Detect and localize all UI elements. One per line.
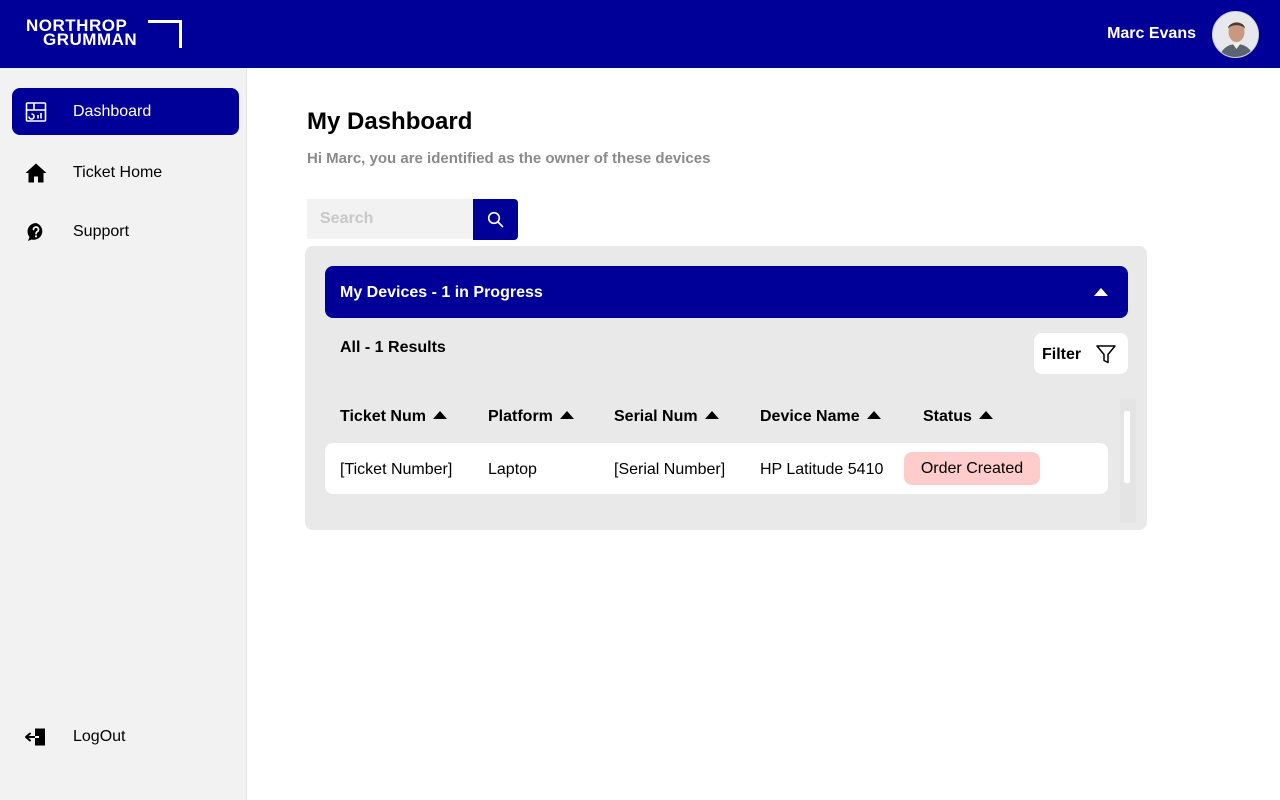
logout-icon [24,725,48,749]
filter-label: Filter [1042,346,1082,363]
sidebar-item-label: Dashboard [73,103,152,120]
column-header-platform[interactable]: Platform [488,408,574,426]
search-bar [307,199,518,240]
logo-bracket [148,20,182,48]
sidebar-item-support[interactable]: Support [12,208,239,255]
sort-ascending-icon[interactable] [978,411,993,419]
status-badge: Order Created [904,452,1040,485]
table-row[interactable]: [Ticket Number] Laptop [Serial Number] H… [325,443,1108,494]
page-title: My Dashboard [307,108,473,135]
cell-ticket-num: [Ticket Number] [340,461,453,478]
cell-device-name: HP Latitude 5410 [760,461,884,478]
logo-line-2: GRUMMAN [43,30,138,49]
page-subtitle: Hi Marc, you are identified as the owner… [307,150,711,167]
column-header-ticket-num[interactable]: Ticket Num [340,408,447,426]
column-header-label: Serial Num [614,408,698,425]
column-header-serial-num[interactable]: Serial Num [614,408,719,426]
home-icon [24,161,48,185]
devices-accordion-header[interactable]: My Devices - 1 in Progress [325,266,1128,318]
column-header-label: Status [923,408,972,425]
column-header-status[interactable]: Status [923,408,993,426]
filter-icon [1096,345,1116,364]
column-header-label: Device Name [760,408,860,425]
devices-panel: My Devices - 1 in Progress All - 1 Resul… [305,246,1147,530]
sidebar-item-label: Ticket Home [73,164,163,181]
logout-button[interactable]: LogOut [12,713,239,760]
table-scrollbar[interactable] [1120,398,1136,523]
search-icon [487,211,504,228]
sort-ascending-icon[interactable] [432,411,447,419]
cell-serial-num: [Serial Number] [614,461,726,478]
sidebar-item-ticket-home[interactable]: Ticket Home [12,149,239,196]
search-input[interactable] [307,199,473,239]
filter-button[interactable]: Filter [1034,333,1128,374]
devices-section-title: My Devices - 1 in Progress [340,284,543,301]
avatar[interactable] [1212,11,1259,58]
help-chat-icon [24,220,48,244]
top-header: NORTHROP GRUMMAN Marc Evans [0,0,1280,68]
sort-ascending-icon[interactable] [559,411,574,419]
search-button[interactable] [473,199,518,240]
sort-ascending-icon[interactable] [866,411,881,419]
sidebar: Dashboard Ticket Home Support LogOut [0,68,247,800]
column-header-device-name[interactable]: Device Name [760,408,881,426]
cell-platform: Laptop [488,461,537,478]
dashboard-icon [24,100,48,124]
sort-ascending-icon[interactable] [704,411,719,419]
logout-label: LogOut [73,728,126,745]
sidebar-item-dashboard[interactable]: Dashboard [12,88,239,135]
column-header-label: Ticket Num [340,408,426,425]
results-count: All - 1 Results [340,339,446,356]
user-name[interactable]: Marc Evans [1107,25,1196,43]
sidebar-item-label: Support [73,223,130,240]
column-header-label: Platform [488,408,553,425]
collapse-caret-icon[interactable] [1094,288,1108,296]
company-logo[interactable]: NORTHROP GRUMMAN [26,17,186,50]
scrollbar-thumb[interactable] [1124,411,1130,483]
